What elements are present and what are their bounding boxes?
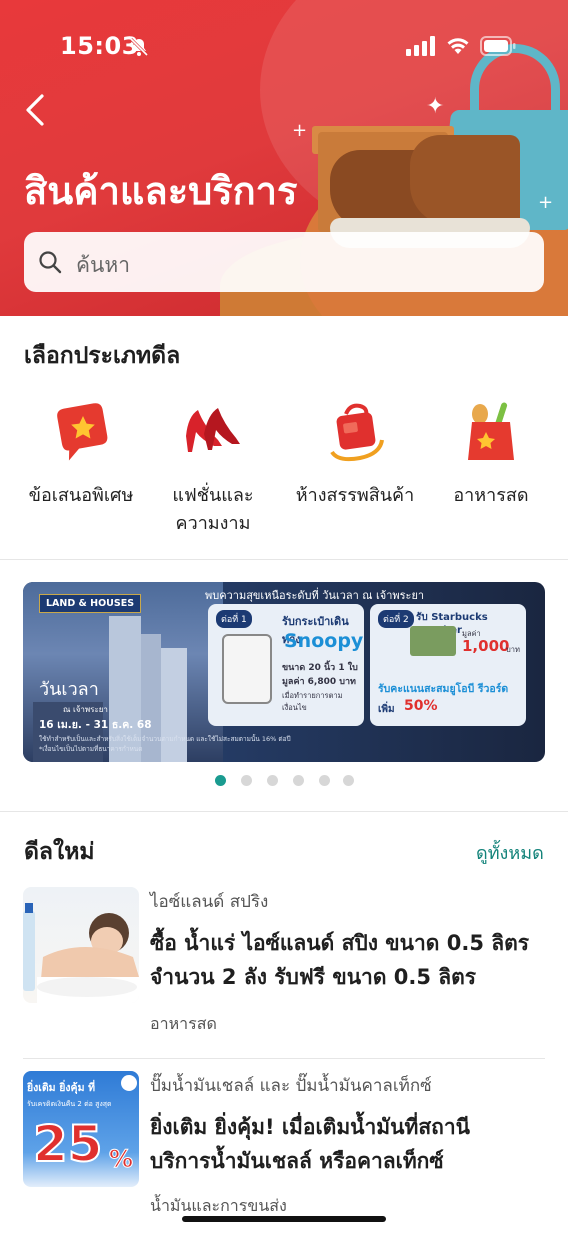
land-houses-logo: LAND & HOUSES: [39, 594, 142, 613]
offer-brand: Snoopy: [284, 630, 364, 652]
thumb-headline: ยิ่งเติม ยิ่งคุ้ม ที่: [27, 1082, 96, 1094]
sparkle-icon: +: [538, 192, 554, 213]
offer-points: รับคะแนนสะสมยูโอบี รีวอร์ด: [378, 683, 509, 695]
banner-dates: 16 เม.ย. - 31 ธ.ค. 68: [39, 719, 152, 731]
promo-banner[interactable]: LAND & HOUSES พบความสุขเหนือระดับที่ วัน…: [23, 582, 545, 762]
carousel-dot[interactable]: [319, 775, 330, 786]
deal-title: ซื้อ น้ำแร่ ไอซ์แลนด์ สปิง ขนาด 0.5 ลิตร…: [150, 931, 530, 989]
header-banner: ✦ + + 15:03 สินค้าและบริการ ค้นหา: [0, 0, 568, 316]
deal-item[interactable]: ยิ่งเติม ยิ่งคุ้ม ที่ รับเครดิตเงินคืน 2…: [0, 1070, 568, 1220]
deal-brand: ปั๊มน้ำมันเชลล์ และ ปั๊มน้ำมันคาลเท็กซ์: [150, 1076, 432, 1096]
mute-bell-icon: [129, 37, 149, 57]
category-fresh-food[interactable]: อาหารสด: [420, 396, 562, 510]
deal-category: อาหารสด: [150, 1014, 217, 1033]
deal-brand: ไอซ์แลนด์ สปริง: [150, 892, 269, 912]
offer-bonus: 50%: [404, 698, 438, 714]
banner-offer-card-1: ต่อที่ 1 รับกระเป๋าเดินทาง Snoopy ขนาด 2…: [208, 604, 364, 726]
wifi-icon: [447, 38, 469, 54]
thumb-percent: %: [108, 1145, 134, 1174]
category-label: ข้อเสนอพิเศษ: [28, 485, 134, 506]
banner-project-sub: ณ เจ้าพระยา: [63, 705, 108, 714]
category-label: อาหารสด: [453, 485, 529, 506]
boot-illustration: [410, 135, 520, 225]
section-divider: [0, 811, 568, 812]
search-icon: [39, 251, 62, 274]
offer-size: ขนาด 20 นิ้ว 1 ใบ: [282, 663, 358, 673]
search-input[interactable]: ค้นหา: [24, 232, 544, 292]
deal-title: ยิ่งเติม ยิ่งคุ้ม! เมื่อเติมน้ำมันที่สถา…: [150, 1115, 471, 1173]
list-divider: [23, 1058, 545, 1059]
offer-step: ต่อที่ 1: [216, 610, 252, 628]
status-bar: 15:03: [0, 0, 568, 92]
thumb-big-number: 25: [32, 1114, 104, 1174]
banner-fine-print-2: *เงื่อนไขเป็นไปตามที่ธนาคารกำหนด: [39, 745, 143, 753]
sparkle-icon: +: [292, 120, 308, 141]
caltex-logo-icon: [121, 1075, 137, 1091]
offer-value: 1,000: [462, 637, 510, 655]
category-fashion-beauty[interactable]: แฟชั่นและ ความงาม: [142, 396, 284, 538]
deal-thumbnail: [23, 887, 139, 1003]
cellular-signal-icon: [406, 36, 435, 56]
see-all-link[interactable]: ดูทั้งหมด: [476, 838, 544, 867]
carousel-dot[interactable]: [267, 775, 278, 786]
banner-project-name: วันเวลา ณ เจ้าพระยา: [39, 674, 108, 716]
deal-thumbnail: ยิ่งเติม ยิ่งคุ้ม ที่ รับเครดิตเงินคืน 2…: [23, 1071, 139, 1187]
home-indicator[interactable]: [182, 1216, 386, 1222]
banner-fine-print: ใช้ทำสำหรับเป็นและสำหรับสิ่งใช้เต็มจำนวน…: [39, 734, 329, 754]
deal-item[interactable]: ไอซ์แลนด์ สปริง ซื้อ น้ำแร่ ไอซ์แลนด์ สป…: [0, 886, 568, 1046]
carousel-dot[interactable]: [293, 775, 304, 786]
carousel-dot[interactable]: [241, 775, 252, 786]
category-label: ห้างสรรพสินค้า: [295, 485, 415, 506]
offer-step: ต่อที่ 2: [378, 610, 414, 628]
banner-project-title: วันเวลา: [39, 679, 99, 700]
suitcase-icon: [222, 634, 272, 704]
shopping-bag-icon: [320, 396, 390, 466]
carousel-pagination: [215, 775, 355, 787]
offer-note: เมื่อทำรายการตามเงื่อนไข: [282, 691, 343, 712]
back-chevron-icon[interactable]: [20, 92, 52, 128]
banner-fine-print-1: ใช้ทำสำหรับเป็นและสำหรับสิ่งใช้เต็มจำนวน…: [39, 735, 291, 743]
category-label: แฟชั่นและ ความงาม: [172, 485, 254, 534]
category-department-store[interactable]: ห้างสรรพสินค้า: [284, 396, 426, 510]
offer-bonus-prefix: เพิ่ม: [378, 704, 395, 715]
page-title: สินค้าและบริการ: [24, 169, 298, 213]
special-offer-icon: [46, 396, 116, 466]
thumb-subtext: รับเครดิตเงินคืน 2 ต่อ สูงสุด: [27, 1100, 112, 1108]
new-deals-title: ดีลใหม่: [24, 839, 95, 865]
banner-headline: พบความสุขเหนือระดับที่ วันเวลา ณ เจ้าพระ…: [205, 589, 425, 602]
offer-unit: บาท: [506, 645, 520, 654]
offer-value: มูลค่า 6,800 บาท: [282, 677, 356, 687]
banner-offer-card-2: ต่อที่ 2 รับ Starbucks Voucher มูลค่า 1,…: [370, 604, 526, 726]
section-divider: [0, 559, 568, 560]
battery-icon: [480, 36, 516, 56]
carousel-dot[interactable]: [215, 775, 226, 786]
category-special-offer[interactable]: ข้อเสนอพิเศษ: [10, 396, 152, 510]
high-heels-icon: [178, 396, 248, 466]
carousel-dot[interactable]: [343, 775, 354, 786]
sparkle-icon: ✦: [426, 94, 445, 119]
starbucks-card-icon: [410, 626, 456, 656]
search-placeholder: ค้นหา: [76, 253, 131, 277]
grocery-bag-icon: [456, 396, 526, 466]
categories-title: เลือกประเภทดีล: [24, 343, 181, 369]
